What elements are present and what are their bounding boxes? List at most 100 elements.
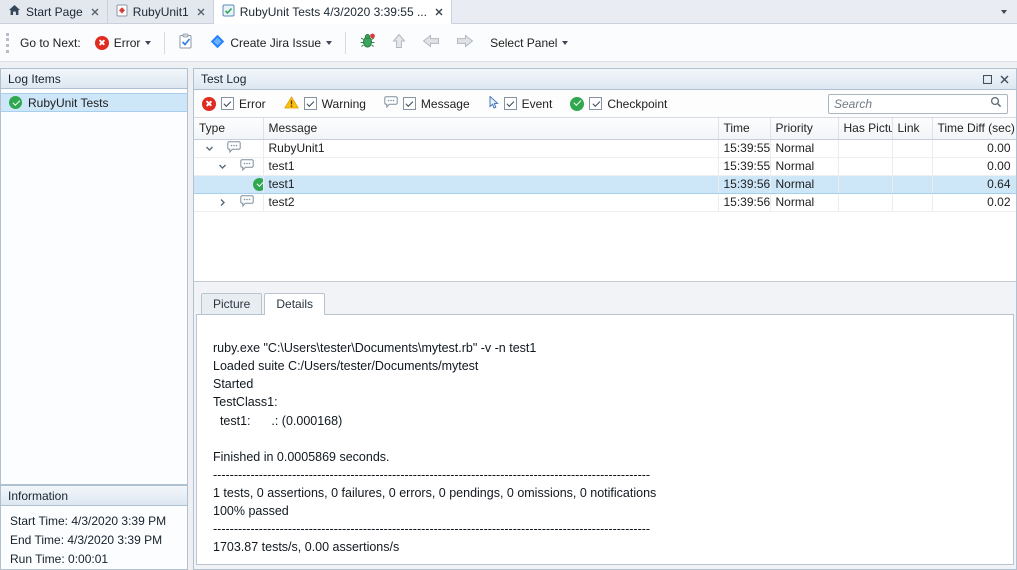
error-filter-label: Error (239, 97, 266, 111)
search-input[interactable] (834, 97, 990, 111)
checklist-button[interactable] (172, 29, 200, 56)
checkpoint-checkbox[interactable] (589, 97, 602, 110)
close-tab-icon[interactable] (435, 8, 443, 16)
col-type[interactable]: Type (194, 118, 263, 139)
cell-link (892, 157, 932, 175)
collapse-row-icon[interactable] (216, 162, 229, 171)
tab-picture[interactable]: Picture (201, 293, 262, 314)
cell-has-picture (838, 175, 892, 193)
log-row[interactable]: test1 15:39:55 Normal 0.00 (194, 157, 1016, 175)
message-icon (240, 159, 254, 174)
col-message[interactable]: Message (263, 118, 718, 139)
tab-test-log[interactable]: RubyUnit Tests 4/3/2020 3:39:55 ... (214, 0, 452, 24)
col-time[interactable]: Time (718, 118, 770, 139)
tab-details[interactable]: Details (264, 293, 325, 315)
cell-has-picture (838, 193, 892, 211)
message-filter-label: Message (421, 97, 470, 111)
cell-priority: Normal (770, 157, 838, 175)
close-tab-icon[interactable] (197, 8, 205, 16)
toolbar-grip[interactable] (6, 33, 9, 53)
filter-error: Error (202, 97, 266, 111)
tab-label: RubyUnit1 (133, 5, 189, 19)
start-time-text: Start Time: 4/3/2020 3:39 PM (10, 512, 178, 531)
close-tab-icon[interactable] (91, 8, 99, 16)
content-area: Log Items RubyUnit Tests Information Sta… (0, 62, 1017, 570)
checkpoint-icon (9, 96, 22, 109)
dropdown-caret-icon (145, 41, 151, 45)
select-panel-dropdown[interactable]: Select Panel (484, 32, 574, 54)
up-arrow-icon (392, 33, 406, 52)
dropdown-caret-icon (326, 41, 332, 45)
cell-time: 15:39:55 (718, 157, 770, 175)
go-to-next-label: Go to Next: (20, 36, 81, 50)
log-items-caption: Log Items (0, 68, 188, 89)
testcomplete-window: Start Page RubyUnit1 RubyUnit Tests 4/3/… (0, 0, 1017, 570)
col-has-picture[interactable]: Has Picture (838, 118, 892, 139)
tab-label: RubyUnit Tests 4/3/2020 3:39:55 ... (240, 5, 427, 19)
cell-link (892, 139, 932, 157)
cell-link (892, 193, 932, 211)
cell-priority: Normal (770, 175, 838, 193)
toolbar-separator (345, 32, 346, 54)
create-jira-issue-dropdown[interactable]: Create Jira Issue (204, 30, 338, 56)
search-box (828, 94, 1008, 114)
document-tabbar: Start Page RubyUnit1 RubyUnit Tests 4/3/… (0, 0, 1017, 24)
search-icon (990, 96, 1002, 111)
cell-time-diff: 0.00 (932, 139, 1016, 157)
test-log-icon (222, 4, 235, 20)
col-priority[interactable]: Priority (770, 118, 838, 139)
cell-time-diff: 0.64 (932, 175, 1016, 193)
up-one-level-button[interactable] (386, 29, 412, 56)
filter-warning: Warning (284, 96, 366, 112)
col-link[interactable]: Link (892, 118, 932, 139)
log-item-rubyunit-tests[interactable]: RubyUnit Tests (1, 93, 187, 112)
tab-label: Start Page (26, 5, 83, 19)
details-tabbar: Picture Details (196, 292, 1014, 314)
log-row[interactable]: RubyUnit1 15:39:55 Normal 0.00 (194, 139, 1016, 157)
log-row-selected[interactable]: test1 15:39:56 Normal 0.64 (194, 175, 1016, 193)
error-checkbox[interactable] (221, 97, 234, 110)
create-jira-issue-label: Create Jira Issue (230, 36, 321, 50)
message-icon (227, 141, 241, 156)
cell-message: RubyUnit1 (263, 139, 718, 157)
warning-checkbox[interactable] (304, 97, 317, 110)
home-icon (8, 4, 21, 19)
clipboard-check-icon (178, 33, 194, 52)
event-checkbox[interactable] (504, 97, 517, 110)
test-log-caption: Test Log (194, 69, 1016, 90)
collapse-row-icon[interactable] (203, 144, 216, 153)
previous-result-button[interactable] (416, 30, 446, 55)
cell-message: test1 (263, 157, 718, 175)
information-panel: Start Time: 4/3/2020 3:39 PM End Time: 4… (0, 506, 188, 570)
go-to-next-error-dropdown[interactable]: Error (89, 32, 158, 54)
next-result-button[interactable] (450, 30, 480, 55)
close-panel-icon[interactable] (1000, 75, 1009, 84)
cell-time-diff: 0.00 (932, 157, 1016, 175)
tab-start-page[interactable]: Start Page (0, 0, 108, 23)
warning-icon (284, 96, 299, 112)
end-time-text: End Time: 4/3/2020 3:39 PM (10, 531, 178, 550)
error-icon (95, 36, 109, 50)
cell-link (892, 175, 932, 193)
cell-time: 15:39:56 (718, 175, 770, 193)
expand-row-icon[interactable] (216, 198, 229, 207)
log-row[interactable]: test2 15:39:56 Normal 0.02 (194, 193, 1016, 211)
sidebar: Log Items RubyUnit Tests Information Sta… (0, 68, 188, 570)
run-time-text: Run Time: 0:00:01 (10, 550, 178, 569)
log-table-header: Type Message Time Priority Has Picture L… (194, 118, 1016, 139)
cell-has-picture (838, 157, 892, 175)
tab-list-dropdown-icon[interactable] (991, 0, 1017, 23)
tab-rubyunit1[interactable]: RubyUnit1 (108, 0, 214, 23)
message-checkbox[interactable] (403, 97, 416, 110)
dropdown-caret-icon (562, 41, 568, 45)
col-time-diff[interactable]: Time Diff (sec) (932, 118, 1016, 139)
post-issue-button[interactable] (353, 29, 382, 56)
error-dropdown-label: Error (114, 36, 141, 50)
filter-checkpoint: Checkpoint (570, 97, 667, 111)
cell-message: test1 (263, 175, 718, 193)
float-panel-icon[interactable] (983, 75, 992, 84)
log-filter-bar: Error Warning Message Event (194, 90, 1016, 118)
information-title: Information (8, 489, 68, 503)
filter-event: Event (488, 96, 553, 112)
details-area: Picture Details ruby.exe "C:\Users\teste… (194, 282, 1016, 569)
